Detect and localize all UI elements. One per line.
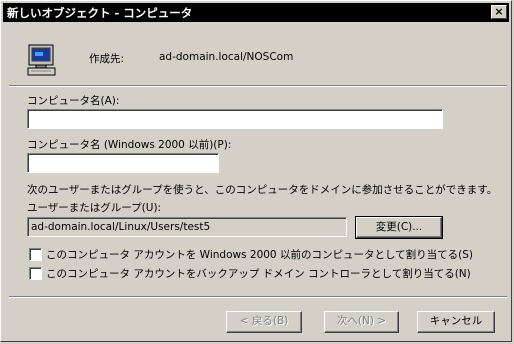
window-title: 新しいオブジェクト - コンピュータ [7, 6, 193, 20]
title-bar[interactable]: 新しいオブジェクト - コンピュータ × [3, 3, 509, 22]
change-button[interactable]: 変更(C)... [355, 216, 443, 239]
dialog-window: 新しいオブジェクト - コンピュータ × 作成先: ad-domain.loca… [0, 0, 512, 342]
create-in-label: 作成先: [89, 53, 125, 65]
next-button-label: 次へ(N) > [336, 315, 387, 327]
backup-dc-checkbox[interactable] [29, 267, 42, 280]
close-icon[interactable]: × [491, 5, 507, 19]
pre2000-name-input[interactable] [27, 153, 219, 173]
next-button[interactable]: 次へ(N) > [324, 311, 399, 333]
back-button-label: < 戻る(B) [239, 315, 289, 327]
separator [9, 85, 507, 87]
backup-dc-checkbox-label[interactable]: このコンピュータ アカウントをバックアップ ドメイン コントローラとして割り当て… [46, 266, 471, 281]
pre2000-checkbox[interactable] [29, 248, 42, 261]
change-button-label: 変更(C)... [375, 221, 423, 233]
computer-icon [27, 44, 56, 76]
user-group-label: ユーザーまたはグループ(U): [27, 202, 162, 214]
user-group-field[interactable] [27, 217, 347, 237]
pre2000-name-label: コンピュータ名 (Windows 2000 以前)(P): [27, 139, 232, 151]
cancel-button[interactable]: キャンセル [417, 311, 495, 333]
pre2000-checkbox-label[interactable]: このコンピュータ アカウントを Windows 2000 以前のコンピュータとし… [46, 247, 473, 262]
computer-name-label: コンピュータ名(A): [27, 95, 120, 107]
cancel-button-label: キャンセル [429, 315, 483, 327]
create-in-path: ad-domain.local/NOSCom [159, 51, 294, 63]
computer-name-input[interactable] [27, 109, 443, 129]
back-button[interactable]: < 戻る(B) [226, 311, 302, 333]
footer-separator [9, 296, 507, 298]
join-info-text: 次のユーザーまたはグループを使うと、このコンピュータをドメインに参加させることが… [27, 184, 498, 196]
